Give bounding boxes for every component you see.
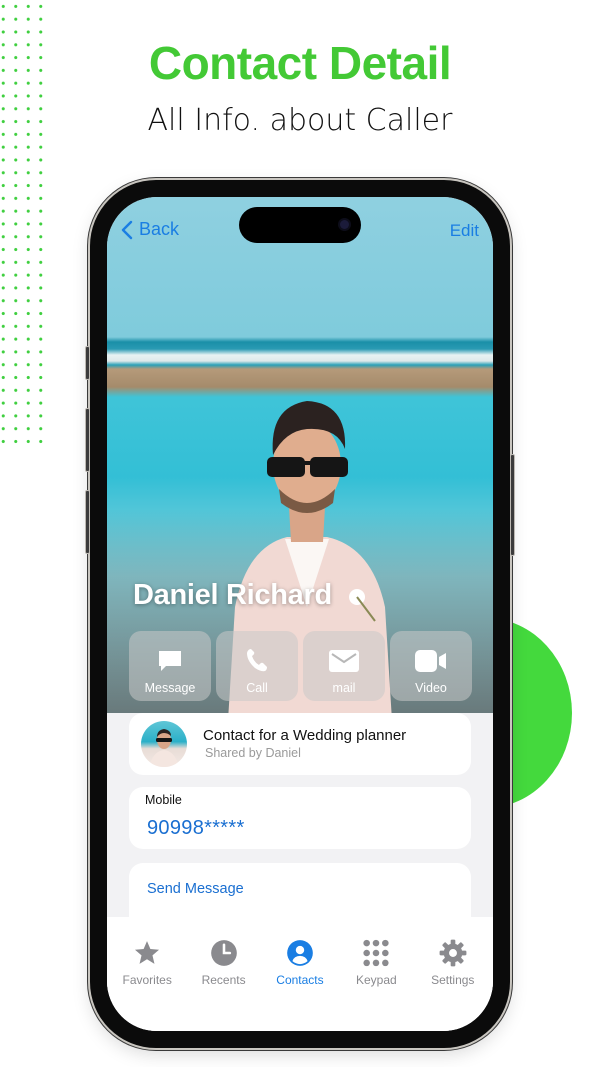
front-camera	[340, 220, 349, 229]
promo-title: Contact Detail	[148, 37, 452, 89]
back-button[interactable]: Back	[121, 219, 179, 240]
video-action-label: Video	[415, 681, 447, 695]
contact-avatar	[141, 721, 187, 767]
power-button	[510, 454, 515, 556]
tab-recents[interactable]: Recents	[186, 917, 262, 1031]
envelope-icon	[329, 650, 359, 672]
video-camera-icon	[415, 650, 446, 672]
quick-actions: Message Call mail Video	[129, 631, 472, 701]
promo-subtitle: All Info. about Caller	[147, 103, 453, 138]
contact-photo: Back Edit Daniel Richard Message Call ma…	[107, 197, 493, 737]
message-action-button[interactable]: Message	[129, 631, 211, 701]
mobile-number-link[interactable]: 90998*****	[147, 817, 245, 840]
back-label: Back	[139, 219, 180, 239]
shared-card-title: Contact for a Wedding planner	[203, 727, 407, 744]
mobile-number-card: Mobile 90998*****	[129, 787, 471, 849]
phone-screen: Back Edit Daniel Richard Message Call ma…	[107, 197, 493, 1031]
shared-contact-card[interactable]: Contact for a Wedding planner Shared by …	[129, 713, 471, 775]
tab-favorites-label: Favorites	[122, 973, 172, 987]
video-action-button[interactable]: Video	[390, 631, 472, 701]
tab-recents-label: Recents	[201, 973, 246, 987]
tab-keypad[interactable]: Keypad	[338, 917, 414, 1031]
shared-card-subtitle: Shared by Daniel	[205, 746, 301, 760]
volume-up-button	[85, 408, 90, 472]
clock-icon	[210, 940, 237, 966]
phone-icon	[247, 649, 267, 672]
tab-keypad-label: Keypad	[356, 973, 397, 987]
gear-icon	[439, 939, 467, 967]
tab-bar: Favorites Recents Contacts Keypad Settin…	[107, 917, 493, 1031]
volume-down-button	[85, 490, 90, 554]
keypad-icon	[363, 939, 389, 967]
mail-action-label: mail	[332, 681, 356, 695]
message-bubble-icon	[159, 651, 181, 671]
mail-action-button[interactable]: mail	[303, 631, 385, 701]
person-circle-icon	[287, 940, 313, 966]
tab-contacts[interactable]: Contacts	[262, 917, 338, 1031]
send-message-link[interactable]: Send Message	[147, 881, 244, 897]
dynamic-island	[239, 207, 361, 243]
call-action-label: Call	[246, 681, 268, 695]
tab-contacts-label: Contacts	[276, 973, 324, 987]
chevron-left-icon	[121, 220, 133, 239]
mobile-label: Mobile	[145, 793, 182, 807]
action-button	[85, 346, 90, 380]
edit-button[interactable]: Edit	[450, 221, 479, 241]
contact-name: Daniel Richard	[133, 579, 332, 611]
star-icon	[135, 941, 160, 964]
message-action-label: Message	[144, 681, 196, 695]
phone-frame: Back Edit Daniel Richard Message Call ma…	[85, 180, 515, 1048]
tab-favorites[interactable]: Favorites	[109, 917, 185, 1031]
tab-settings-label: Settings	[431, 973, 475, 987]
call-action-button[interactable]: Call	[216, 631, 298, 701]
avatar-person-icon	[149, 729, 179, 767]
tab-settings[interactable]: Settings	[415, 917, 491, 1031]
